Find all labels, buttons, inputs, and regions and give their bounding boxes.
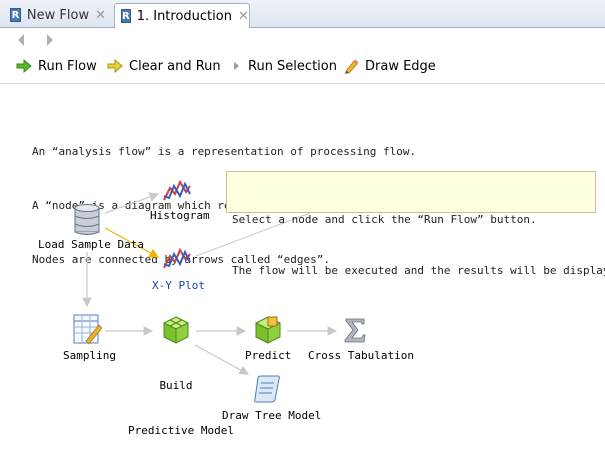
node-build-line: Build — [159, 379, 193, 392]
node-build-line: Predictive Model — [128, 424, 234, 437]
node-sampling[interactable]: Sampling — [63, 348, 116, 363]
line-chart-icon[interactable] — [162, 246, 192, 272]
scroll-icon[interactable] — [252, 374, 282, 404]
node-draw-tree-model[interactable]: Draw Tree Model — [222, 408, 321, 423]
node-load-sample-data[interactable]: Load Sample Data — [38, 237, 144, 252]
sigma-icon[interactable] — [342, 316, 368, 344]
spreadsheet-icon[interactable] — [72, 313, 102, 345]
node-xy-plot[interactable]: X-Y Plot — [152, 278, 205, 293]
node-cross-tabulation[interactable]: Cross Tabulation — [308, 348, 414, 363]
line-chart-icon[interactable] — [162, 178, 192, 204]
cubes-icon[interactable] — [160, 315, 192, 345]
node-histogram[interactable]: Histogram — [150, 208, 210, 223]
cubes-icon[interactable] — [252, 315, 284, 345]
database-icon[interactable] — [73, 204, 101, 236]
node-build-predictive-model[interactable]: Build Predictive Model — [128, 348, 234, 453]
tooltip-line: The flow will be executed and the result… — [232, 264, 605, 277]
hint-tooltip: Select a node and click the “Run Flow” b… — [226, 171, 605, 277]
tooltip-line: Select a node and click the “Run Flow” b… — [232, 213, 537, 226]
node-predict[interactable]: Predict — [245, 348, 291, 363]
